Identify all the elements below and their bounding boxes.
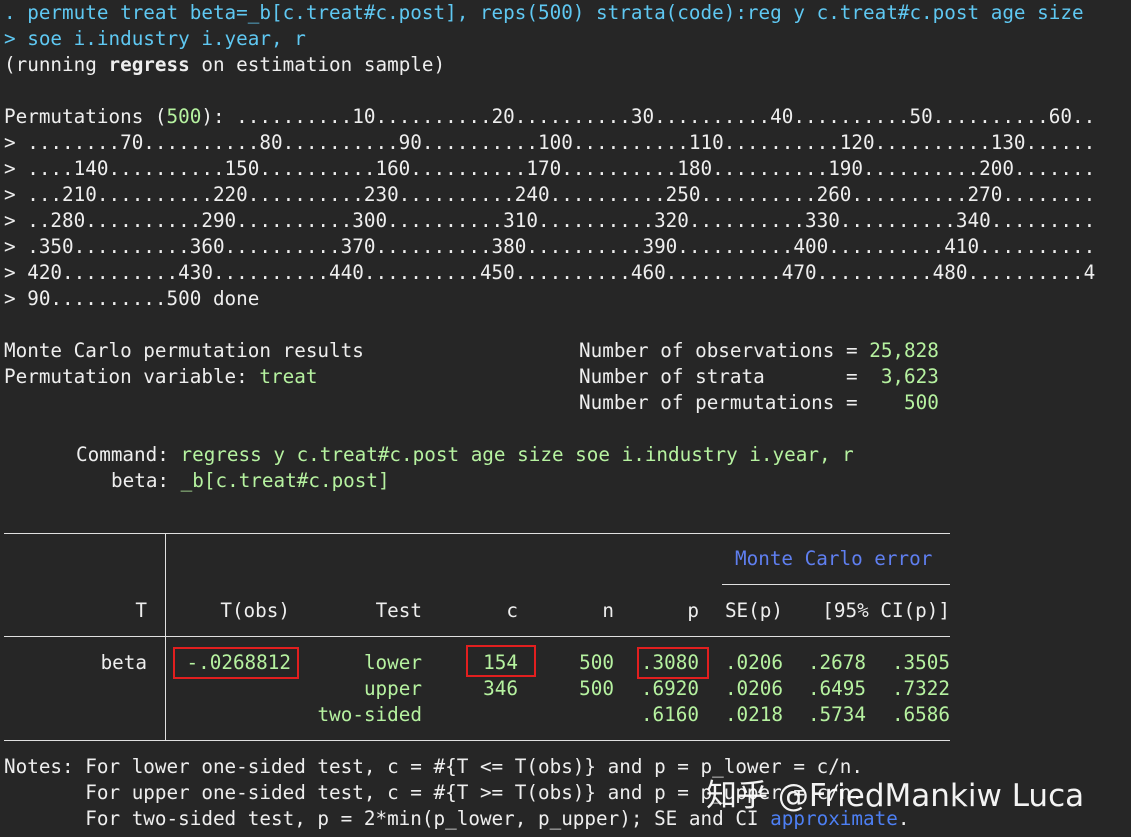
beta-value: _b[c.treat#c.post] (180, 469, 390, 492)
running-note: (running regress on estimation sample) (4, 52, 445, 78)
col-header-c: c (506, 599, 518, 622)
perm-var-value: treat (259, 365, 318, 388)
beta-label: beta: (111, 469, 181, 492)
ci-hi-lower: .3505 (891, 651, 950, 674)
ci-hi-upper: .7322 (891, 677, 950, 700)
ci-hi-two-sided: .6586 (891, 703, 950, 726)
test-lower: lower (363, 651, 422, 674)
ci-lo-lower: .2678 (807, 651, 866, 674)
highlight-p (637, 647, 709, 679)
test-upper: upper (363, 677, 422, 700)
ci-lo-upper: .6495 (807, 677, 866, 700)
test-two-sided: two-sided (317, 703, 422, 726)
obs-value: 25,828 (869, 339, 939, 362)
row-label-beta: beta (100, 651, 147, 674)
col-header-ci: [95% CI(p)] (822, 599, 950, 622)
table-header-rule (4, 636, 950, 637)
command-label: Command: (76, 443, 181, 466)
progress-line: > .350..........360..........370........… (4, 235, 1096, 258)
progress-line: > ....140..........150..........160.....… (4, 157, 1096, 180)
n-upper: 500 (579, 677, 614, 700)
perm-label-post: ): ..........10..........20..........30.… (201, 105, 1096, 128)
command-line-2: > soe i.industry i.year, r (4, 27, 306, 50)
table-top-rule (4, 533, 950, 534)
perm-count: 500 (166, 105, 202, 128)
perms-label: Number of permutations = (579, 391, 870, 414)
c-upper: 346 (483, 677, 518, 700)
col-header-tobs: T(obs) (220, 599, 290, 622)
progress-line: > ..280..........290..........300.......… (4, 209, 1096, 232)
progress-line: > ........70..........80..........90....… (4, 131, 1096, 154)
running-pre: (running (4, 53, 109, 76)
permutations-line: Permutations (500): ..........10........… (4, 104, 1095, 130)
results-title: Monte Carlo permutation results (4, 339, 364, 362)
progress-line: > ...210..........220..........230......… (4, 183, 1096, 206)
perms-stat: Number of permutations = 500 (579, 390, 939, 416)
progress-line: > 420..........430..........440.........… (4, 261, 1096, 284)
se-upper: .0206 (724, 677, 783, 700)
note-line-3-text: For two-sided test, p = 2*min(p_lower, p… (4, 807, 771, 830)
p-two-sided: .6160 (640, 703, 699, 726)
table-bottom-rule (4, 740, 950, 741)
running-word: regress (108, 53, 190, 76)
mc-header-rule (722, 584, 950, 585)
progress-line: > 90..........500 done (4, 287, 260, 310)
highlight-c (466, 645, 536, 677)
perm-var-label: Permutation variable: (4, 365, 260, 388)
perms-value: 500 (869, 391, 939, 414)
strata-label: Number of strata = (579, 365, 870, 388)
ci-lo-two-sided: .5734 (807, 703, 866, 726)
col-header-n: n (602, 599, 614, 622)
beta-info: beta: _b[c.treat#c.post] (111, 468, 390, 494)
obs-stat: Number of observations = 25,828 (579, 338, 939, 364)
permutation-variable: Permutation variable: treat (4, 364, 317, 390)
se-lower: .0206 (724, 651, 783, 674)
strata-value: 3,623 (869, 365, 939, 388)
se-two-sided: .0218 (724, 703, 783, 726)
command-line-1: . permute treat beta=_b[c.treat#c.post],… (4, 1, 1084, 24)
col-header-test: Test (375, 599, 422, 622)
col-header-se: SE(p) (724, 599, 783, 622)
obs-label: Number of observations = (579, 339, 870, 362)
perm-label-pre: Permutations ( (4, 105, 167, 128)
col-header-t: T (135, 599, 147, 622)
stata-results-window: . permute treat beta=_b[c.treat#c.post],… (0, 0, 1131, 837)
n-lower: 500 (579, 651, 614, 674)
strata-stat: Number of strata = 3,623 (579, 364, 939, 390)
command-value: regress y c.treat#c.post age size soe i.… (180, 443, 854, 466)
watermark: 知乎 @FriedMankiw Luca (706, 778, 1085, 814)
highlight-tobs (173, 647, 299, 679)
p-upper: .6920 (640, 677, 699, 700)
command-info: Command: regress y c.treat#c.post age si… (76, 442, 854, 468)
mc-error-header: Monte Carlo error (735, 547, 933, 570)
running-post: on estimation sample) (189, 53, 446, 76)
col-header-p: p (687, 599, 699, 622)
